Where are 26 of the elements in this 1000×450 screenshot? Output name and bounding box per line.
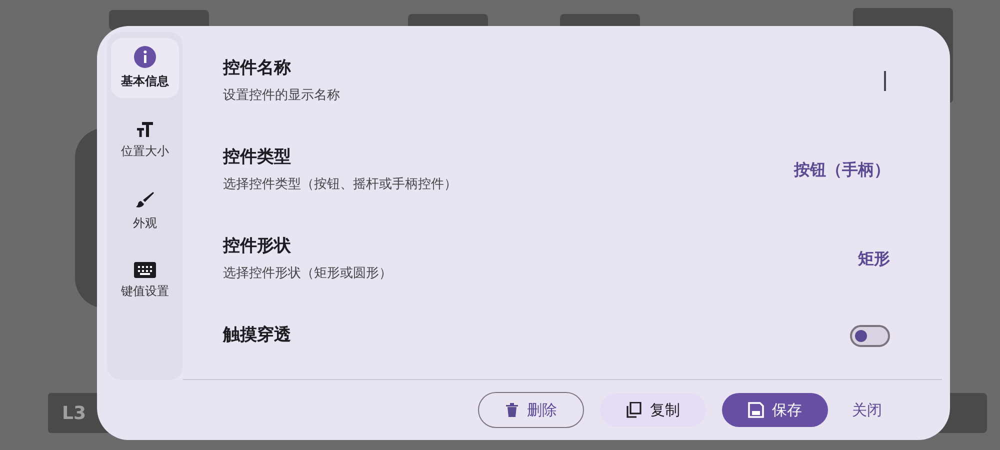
brush-icon xyxy=(135,190,155,210)
setting-description: 选择控件类型（按钮、摇杆或手柄控件） xyxy=(223,176,457,194)
text-size-icon xyxy=(136,120,154,138)
setting-value[interactable]: 矩形 xyxy=(858,246,890,270)
info-icon xyxy=(134,46,156,68)
action-button[interactable]: 保存 xyxy=(722,392,828,427)
text-cursor-icon[interactable] xyxy=(884,70,886,90)
sidebar-tab[interactable]: 键值设置 xyxy=(111,254,179,308)
action-button[interactable]: 删除 xyxy=(478,392,584,428)
keyboard-icon xyxy=(134,262,156,278)
action-button[interactable]: 复制 xyxy=(600,392,706,427)
sidebar-tab[interactable]: 基本信息 xyxy=(111,38,179,98)
toggle-switch[interactable] xyxy=(850,324,890,347)
setting-title: 控件类型 xyxy=(223,146,292,169)
sidebar-tab[interactable]: 外观 xyxy=(111,182,179,240)
setting-title: 控件名称 xyxy=(223,57,292,80)
save-icon xyxy=(748,402,764,418)
sidebar-tab[interactable]: 位置大小 xyxy=(111,112,179,168)
action-button[interactable]: 关闭 xyxy=(844,392,890,427)
trash-icon xyxy=(505,402,519,418)
setting-description: 选择控件形状（矩形或圆形） xyxy=(223,264,392,282)
setting-title: 控件形状 xyxy=(223,235,292,258)
setting-title: 触摸穿透 xyxy=(223,324,291,347)
setting-description: 设置控件的显示名称 xyxy=(223,86,340,104)
setting-value[interactable]: 按钮（手柄） xyxy=(794,158,890,182)
copy-icon xyxy=(626,402,642,418)
